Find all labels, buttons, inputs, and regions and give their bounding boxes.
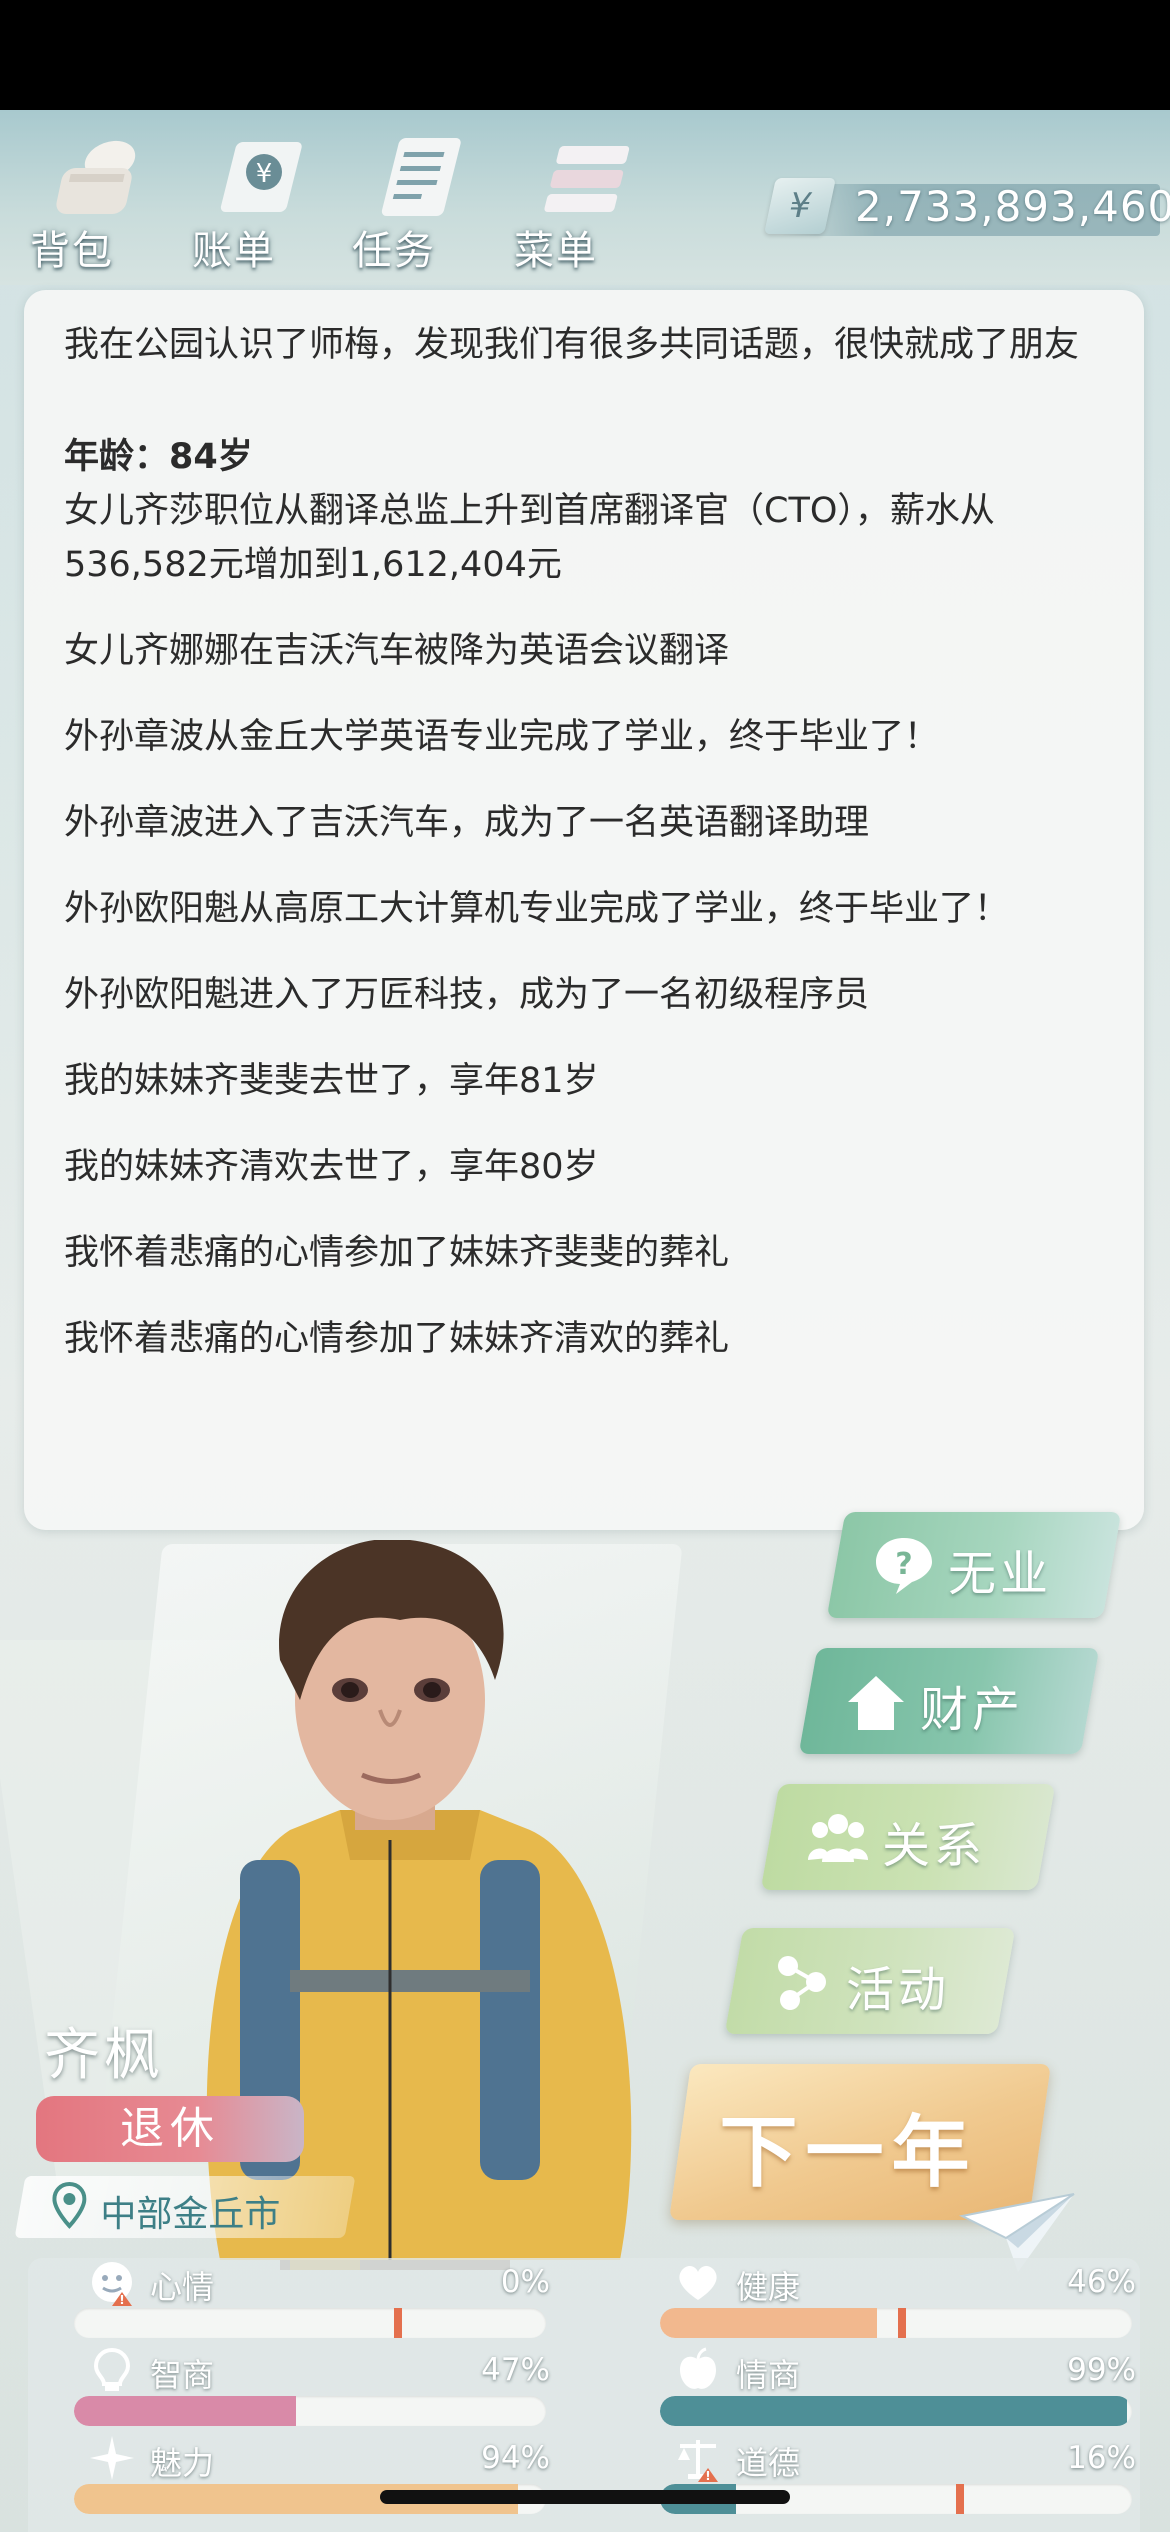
stat-health-label: 健康	[736, 2268, 801, 2306]
health-heart-icon	[679, 2265, 717, 2300]
people-icon	[808, 1814, 868, 1862]
stat-eq: 情商 99%	[626, 2346, 1136, 2430]
property-label: 财产	[920, 1682, 1025, 1738]
life-log-panel[interactable]: 我在公园认识了师梅，发现我们有很多共同话题，很快就成了朋友 年龄：84岁 女儿齐…	[24, 290, 1144, 1530]
log-entry: 我在公园认识了师梅，发现我们有很多共同话题，很快就成了朋友	[64, 325, 1080, 365]
location-text: 中部金丘市	[100, 2194, 281, 2235]
task-icon	[381, 138, 461, 216]
nav-backpack-label: 背包	[30, 228, 114, 274]
activity-button[interactable]: 活动	[724, 1928, 1016, 2034]
log-entry: 女儿齐娜娜在吉沃汽车被降为英语会议翻译	[64, 631, 730, 671]
backpack-icon	[56, 140, 136, 214]
stat-health-marker	[898, 2308, 906, 2338]
house-icon	[848, 1676, 904, 1730]
svg-text:!: !	[119, 2293, 124, 2306]
stat-health-value: 46%	[1067, 2264, 1136, 2300]
stat-eq-value: 99%	[1067, 2352, 1136, 2388]
character-name: 齐枫	[44, 2023, 164, 2088]
stat-charm-value: 94%	[481, 2440, 550, 2476]
stat-mood: ! 心情 0%	[40, 2258, 550, 2342]
nav-backpack-button[interactable]: 背包	[30, 120, 180, 280]
money-value: 2,733,893,460	[855, 182, 1170, 231]
stat-iq-value: 47%	[481, 2352, 550, 2388]
nav-task-label: 任务	[352, 228, 436, 274]
stat-mood-bar	[74, 2308, 546, 2338]
stat-iq: 智商 47%	[40, 2346, 550, 2430]
iq-bulb-icon	[93, 2347, 131, 2391]
stat-iq-label: 智商	[150, 2356, 215, 2394]
next-year-label: 下一年	[719, 2108, 978, 2198]
occupation-status-badge: 退休	[36, 2096, 304, 2162]
eq-apple-icon	[680, 2347, 716, 2389]
stat-health-bar	[660, 2308, 1132, 2338]
menu-icon	[544, 146, 630, 212]
yen-icon: ¥	[764, 178, 836, 234]
bill-icon: ¥	[220, 142, 302, 212]
log-entry: 外孙欧阳魁从高原工大计算机专业完成了学业，终于毕业了！	[64, 889, 1010, 929]
log-age-header: 年龄：84岁	[64, 437, 253, 477]
stat-mood-value: 0%	[500, 2264, 550, 2300]
svg-text:¥: ¥	[256, 159, 273, 189]
mood-face-icon: !	[92, 2262, 132, 2306]
location-badge[interactable]: 中部金丘市	[14, 2176, 356, 2238]
nav-menu-button[interactable]: 菜单	[514, 120, 664, 280]
relations-button[interactable]: 关系	[760, 1784, 1056, 1890]
log-entry: 外孙欧阳魁进入了万匠科技，成为了一名初级程序员	[64, 975, 870, 1015]
job-button[interactable]: ? 无业	[826, 1512, 1122, 1618]
nav-task-button[interactable]: 任务	[352, 120, 502, 280]
stat-eq-label: 情商	[736, 2356, 801, 2394]
nav-bill-button[interactable]: ¥ 账单	[192, 120, 342, 280]
log-entry: 外孙章波从金丘大学英语专业完成了学业，终于毕业了！	[64, 717, 940, 757]
stat-morality-label: 道德	[736, 2444, 801, 2482]
stat-iq-fill	[74, 2396, 296, 2426]
stat-mood-label: 心情	[150, 2268, 215, 2306]
stat-charm: 魅力 94%	[40, 2434, 550, 2518]
question-icon: ?	[876, 1538, 932, 1594]
activity-label: 活动	[846, 1962, 951, 2018]
stat-morality: ! 道德 16%	[626, 2434, 1136, 2518]
log-entry: 我的妹妹齐清欢去世了，享年80岁	[64, 1147, 599, 1187]
relations-label: 关系	[882, 1818, 987, 1874]
location-pin-icon	[52, 2182, 87, 2229]
charm-star-icon	[90, 2436, 134, 2480]
life-log-list: 我在公园认识了师梅，发现我们有很多共同话题，很快就成了朋友 年龄：84岁 女儿齐…	[64, 318, 1094, 1398]
log-entry: 外孙章波进入了吉沃汽车，成为了一名英语翻译助理	[64, 803, 870, 843]
log-entry: 我怀着悲痛的心情参加了妹妹齐清欢的葬礼	[64, 1319, 730, 1359]
stat-morality-value: 16%	[1067, 2440, 1136, 2476]
activity-dots-icon	[778, 1956, 826, 2010]
stat-charm-label: 魅力	[150, 2444, 215, 2482]
log-entry: 女儿齐莎职位从翻译总监上升到首席翻译官（CTO），薪水从536,582元增加到1…	[64, 491, 995, 585]
status-bar	[0, 0, 1170, 110]
morality-scale-icon: !	[678, 2440, 718, 2482]
svg-text:?: ?	[895, 1547, 912, 1582]
nav-bill-label: 账单	[192, 228, 276, 274]
nav-menu-label: 菜单	[514, 228, 598, 274]
money-display: ¥ 2,733,893,460	[750, 178, 1170, 240]
stat-health: 健康 46%	[626, 2258, 1136, 2342]
stat-iq-bar	[74, 2396, 546, 2426]
home-indicator[interactable]	[380, 2490, 790, 2504]
log-entry: 我的妹妹齐斐斐去世了，享年81岁	[64, 1061, 599, 1101]
log-entry: 我怀着悲痛的心情参加了妹妹齐斐斐的葬礼	[64, 1233, 730, 1273]
job-label: 无业	[948, 1546, 1053, 1602]
property-button[interactable]: 财产	[798, 1648, 1100, 1754]
stat-mood-marker	[394, 2308, 402, 2338]
stat-health-fill	[660, 2308, 878, 2338]
stat-morality-marker	[956, 2484, 964, 2514]
stat-eq-fill	[660, 2396, 1128, 2426]
stat-eq-bar	[660, 2396, 1132, 2426]
svg-text:!: !	[705, 2469, 710, 2482]
